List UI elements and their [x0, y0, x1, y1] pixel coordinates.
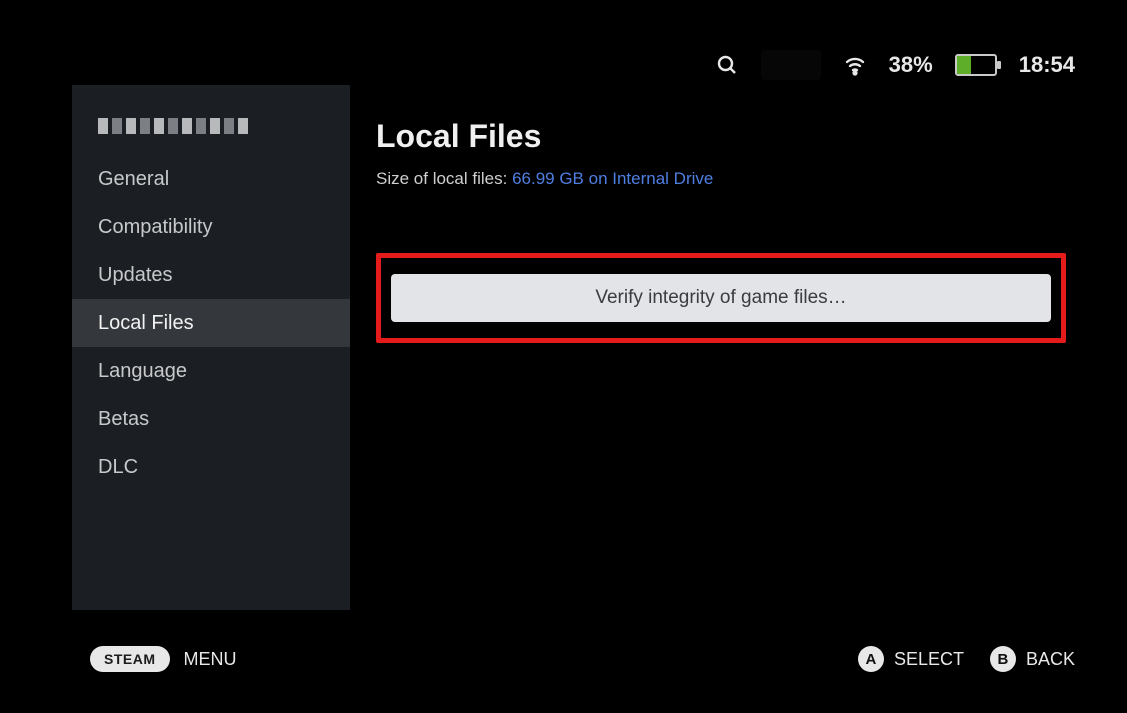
- sidebar-item-label: Local Files: [98, 312, 194, 335]
- select-label: SELECT: [894, 649, 964, 670]
- sidebar-item-dlc[interactable]: DLC: [72, 443, 350, 491]
- footer-right: A SELECT B BACK: [858, 639, 1075, 679]
- local-files-size-line: Size of local files: 66.99 GB on Interna…: [376, 169, 1066, 189]
- sidebar-item-label: Betas: [98, 408, 149, 431]
- sidebar-item-local-files[interactable]: Local Files: [72, 299, 350, 347]
- sidebar-item-compatibility[interactable]: Compatibility: [72, 203, 350, 251]
- glyph-a-icon: A: [858, 646, 884, 672]
- size-value: 66.99 GB on Internal Drive: [512, 169, 713, 188]
- sidebar-item-label: Updates: [98, 264, 173, 287]
- sidebar-item-label: General: [98, 168, 169, 191]
- verify-integrity-button[interactable]: Verify integrity of game files…: [391, 274, 1051, 322]
- sidebar-item-general[interactable]: General: [72, 155, 350, 203]
- select-hint: A SELECT: [858, 646, 964, 672]
- main-pane: Local Files Size of local files: 66.99 G…: [376, 118, 1066, 343]
- annotation-highlight-box: Verify integrity of game files…: [376, 253, 1066, 343]
- settings-sidebar: General Compatibility Updates Local File…: [72, 85, 350, 610]
- sidebar-item-updates[interactable]: Updates: [72, 251, 350, 299]
- search-icon[interactable]: [715, 53, 739, 77]
- battery-icon: [955, 54, 997, 76]
- battery-fill: [957, 56, 971, 74]
- footer-bar: STEAM MENU A SELECT B BACK: [0, 639, 1127, 679]
- footer-left: STEAM MENU: [90, 646, 237, 672]
- glyph-b-icon: B: [990, 646, 1016, 672]
- sidebar-item-label: Language: [98, 360, 187, 383]
- steam-button[interactable]: STEAM: [90, 646, 170, 672]
- game-title-header: [72, 103, 350, 149]
- battery-percent: 38%: [889, 52, 933, 78]
- sidebar-item-language[interactable]: Language: [72, 347, 350, 395]
- clock: 18:54: [1019, 52, 1075, 78]
- sidebar-item-label: DLC: [98, 456, 138, 479]
- sidebar-item-betas[interactable]: Betas: [72, 395, 350, 443]
- menu-label: MENU: [184, 649, 237, 670]
- status-bar: 38% 18:54: [715, 50, 1075, 80]
- back-hint: B BACK: [990, 646, 1075, 672]
- back-label: BACK: [1026, 649, 1075, 670]
- size-label: Size of local files:: [376, 169, 512, 188]
- search-input[interactable]: [761, 50, 821, 80]
- page-title: Local Files: [376, 118, 1066, 155]
- sidebar-item-label: Compatibility: [98, 216, 212, 239]
- wifi-icon: [843, 53, 867, 77]
- game-title-redacted: [98, 118, 248, 134]
